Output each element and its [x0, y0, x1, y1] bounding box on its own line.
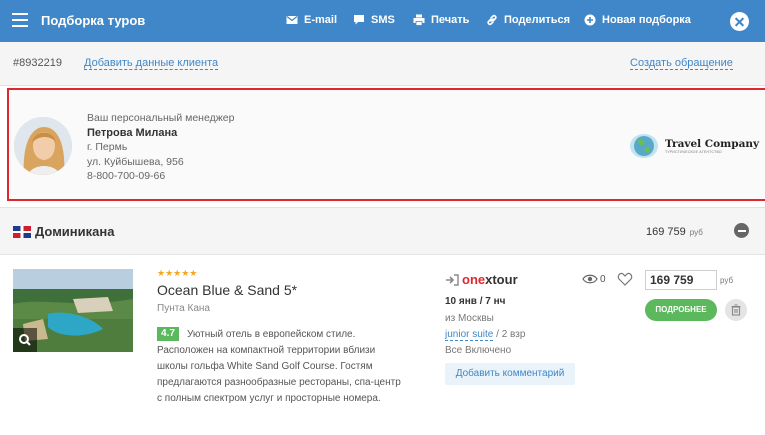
print-button[interactable]: Печать: [413, 14, 469, 26]
print-button-label: Печать: [431, 14, 470, 26]
hotel-stars: ★★★★★: [157, 268, 198, 278]
operator-logo-prefix: one: [462, 272, 486, 287]
avatar: [14, 117, 72, 175]
sms-button-label: SMS: [371, 14, 395, 26]
company-logo: Travel Company ТУРИСТИЧЕСКОЕ АГЕНТСТВО: [629, 132, 759, 160]
sign-in-icon: [446, 274, 459, 286]
new-selection-button-label: Новая подборка: [602, 14, 691, 26]
delete-button[interactable]: [725, 299, 747, 321]
views-count: 0: [600, 274, 606, 285]
hotel-name[interactable]: Ocean Blue & Sand 5*: [157, 282, 297, 298]
mail-icon: [286, 16, 298, 24]
add-client-link[interactable]: Добавить данные клиента: [84, 57, 219, 70]
country-total-currency: руб: [689, 228, 703, 237]
departure-city: из Москвы: [445, 313, 494, 324]
hotel-photo[interactable]: [13, 269, 133, 352]
operator-logo-suffix: xtour: [485, 272, 518, 287]
heart-icon[interactable]: [617, 271, 633, 287]
search-icon: [19, 334, 31, 346]
link-icon: [487, 14, 497, 26]
share-button[interactable]: Поделиться: [486, 14, 570, 26]
dominican-flag-icon: [13, 226, 31, 238]
country-section-header[interactable]: Доминикана 169 759 руб: [0, 207, 765, 255]
new-selection-button[interactable]: Новая подборка: [584, 14, 691, 26]
room-type-link[interactable]: junior suite: [445, 329, 494, 341]
manager-name: Петрова Милана: [87, 126, 178, 139]
top-bar: Подборка туров E-mail SMS Печать Поделит…: [0, 0, 765, 42]
room-info: junior suite / 2 взр: [445, 329, 526, 341]
create-request-link[interactable]: Создать обращение: [630, 57, 733, 70]
manager-address: ул. Куйбышева, 956: [87, 155, 184, 168]
printer-icon: [413, 14, 425, 26]
details-button[interactable]: ПОДРОБНЕЕ: [645, 299, 717, 321]
country-name: Доминикана: [35, 224, 115, 239]
share-button-label: Поделиться: [504, 14, 571, 26]
manager-caption: Ваш персональный менеджер: [87, 112, 235, 124]
globe-icon: [630, 134, 658, 158]
sub-header: #8932219 Добавить данные клиента Создать…: [0, 42, 765, 86]
collapse-button[interactable]: [734, 223, 749, 238]
plus-circle-icon: [584, 14, 596, 26]
meal-plan: Все Включено: [445, 345, 512, 356]
menu-icon[interactable]: [12, 13, 28, 27]
hotel-card: ★★★★★ Ocean Blue & Sand 5* Пунта Кана 4.…: [0, 256, 765, 435]
hotel-description: Уютный отель в европейском стиле. Распол…: [157, 329, 401, 404]
hotel-location: Пунта Кана: [157, 303, 210, 314]
manager-info: Ваш персональный менеджер Петрова Милана…: [87, 111, 234, 184]
close-icon[interactable]: [730, 12, 749, 31]
order-id: #8932219: [13, 57, 62, 69]
add-comment-button[interactable]: Добавить комментарий: [445, 363, 575, 385]
chat-icon: [354, 15, 364, 25]
manager-card: Ваш персональный менеджер Петрова Милана…: [7, 88, 765, 201]
country-total: 169 759 руб: [646, 226, 703, 238]
country-total-value: 169 759: [646, 226, 686, 238]
operator-logo: onextour: [462, 272, 518, 287]
room-guests: / 2 взр: [493, 329, 526, 340]
price-currency: руб: [720, 276, 734, 285]
manager-city: г. Пермь: [87, 141, 128, 153]
company-name: Travel Company: [665, 138, 760, 150]
eye-icon: [582, 274, 598, 284]
trash-icon: [731, 304, 741, 316]
email-button[interactable]: E-mail: [286, 14, 337, 26]
price-field[interactable]: 169 759: [645, 270, 717, 290]
manager-phone: 8-800-700-09-66: [87, 170, 166, 182]
company-tagline: ТУРИСТИЧЕСКОЕ АГЕНТСТВО: [665, 150, 722, 154]
page-title: Подборка туров: [41, 13, 146, 28]
zoom-button[interactable]: [13, 328, 37, 352]
email-button-label: E-mail: [304, 14, 338, 26]
sms-button[interactable]: SMS: [353, 14, 395, 26]
tour-dates: 10 янв / 7 нч: [445, 296, 506, 307]
